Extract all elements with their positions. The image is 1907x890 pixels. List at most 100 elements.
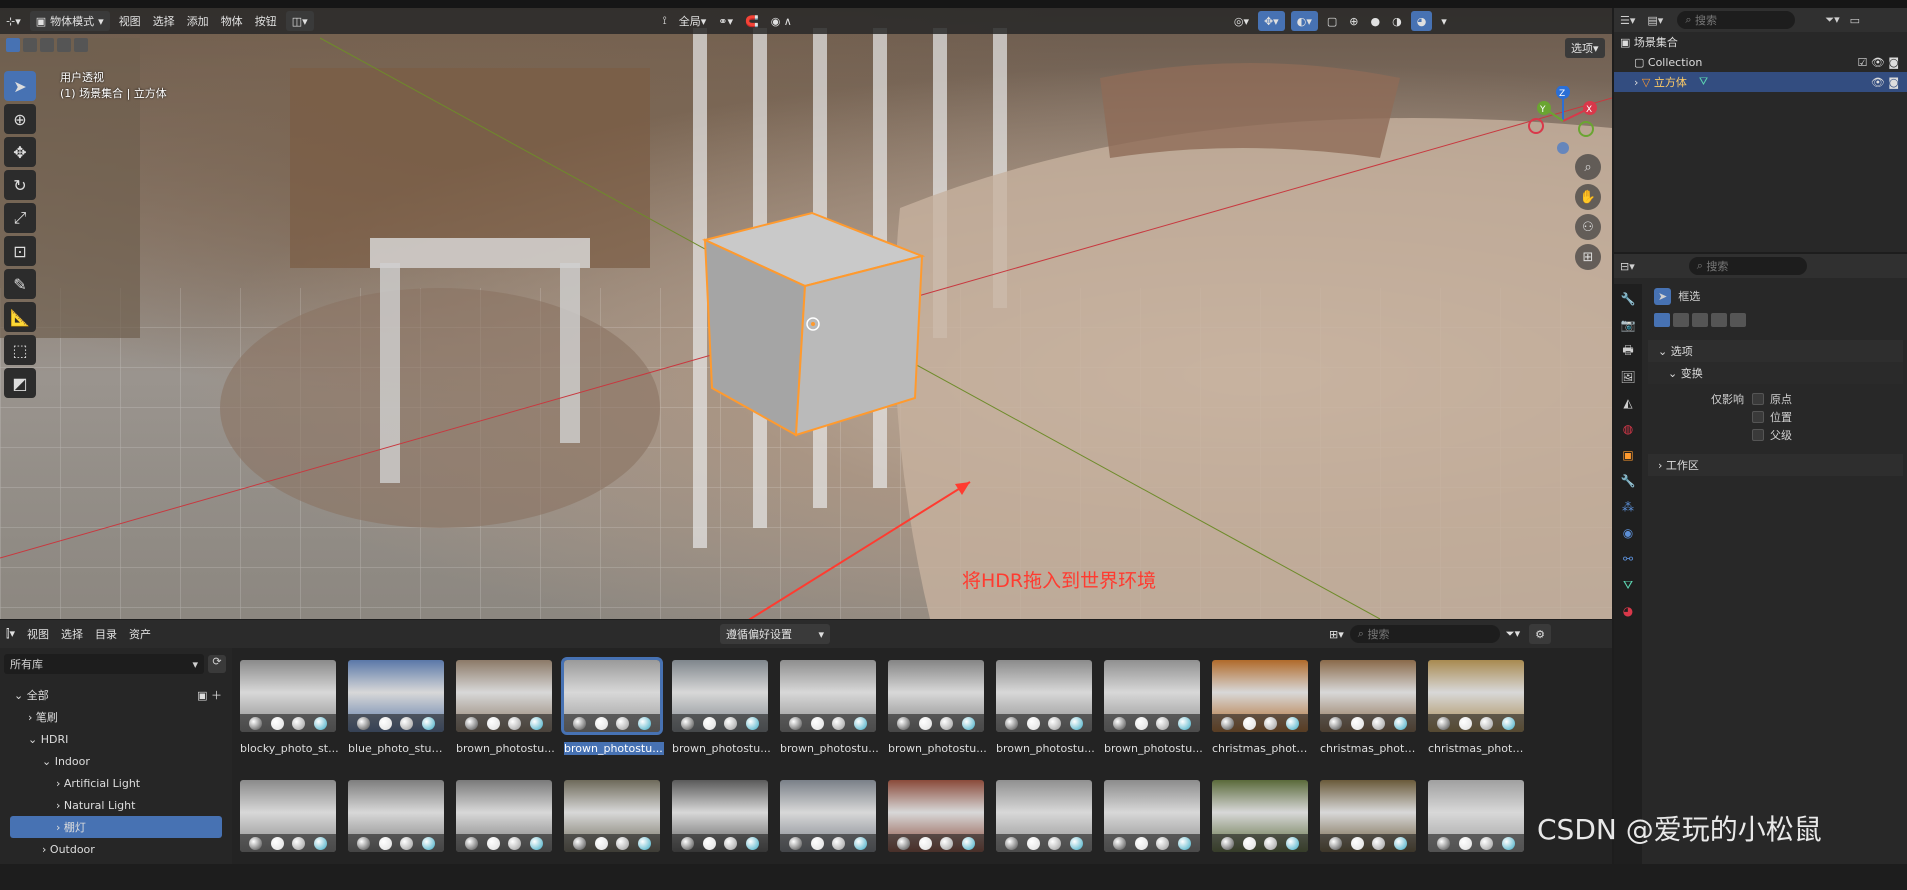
asset-thumbnail[interactable]	[456, 780, 556, 890]
asset-editor-icon[interactable]: ⫿▾	[0, 624, 21, 644]
tree-item-artificial-light[interactable]: › Artificial Light	[10, 772, 222, 794]
asset-thumbnail[interactable]: christmas_photo...	[1428, 660, 1528, 770]
menu-select[interactable]: 选择	[147, 11, 181, 31]
affect-origin-checkbox[interactable]	[1752, 393, 1764, 405]
overlay-toggle[interactable]: ◐▾	[1290, 11, 1318, 31]
world-tab-icon[interactable]: ◍	[1616, 418, 1640, 440]
mode-extend-button[interactable]	[1673, 313, 1689, 327]
asset-menu-catalog[interactable]: 目录	[89, 624, 123, 644]
select-box-tool[interactable]: ➤	[4, 71, 36, 101]
menu-object[interactable]: 物体	[215, 11, 249, 31]
shading-rendered[interactable]: ◕	[1410, 11, 1433, 31]
transform-subpanel-header[interactable]: ⌄ 变换	[1648, 362, 1903, 384]
asset-menu-assets[interactable]: 资产	[123, 624, 157, 644]
workspace-panel-header[interactable]: › 工作区	[1648, 454, 1903, 476]
asset-thumbnail[interactable]	[1428, 780, 1528, 890]
add-cube-tool[interactable]: ⬚	[4, 335, 36, 365]
asset-thumbnail[interactable]: blue_photo_studio	[348, 660, 448, 770]
asset-thumbnail[interactable]: brown_photostu...	[888, 660, 988, 770]
scale-tool[interactable]: ⤢	[4, 203, 36, 233]
shading-material[interactable]: ◑	[1386, 11, 1408, 31]
tree-item-indoor[interactable]: ⌄ Indoor	[10, 750, 222, 772]
asset-thumbnail[interactable]: christmas_photo...	[1320, 660, 1420, 770]
filter-icon[interactable]: ⏷▾	[1825, 13, 1839, 27]
asset-thumbnail[interactable]: brown_photostu...	[996, 660, 1096, 770]
options-dropdown[interactable]: 选项 ▾	[1565, 38, 1605, 58]
asset-thumbnail[interactable]	[1212, 780, 1312, 890]
pivot-dropdown[interactable]: ⚭▾	[712, 11, 739, 31]
mode-subtract-button[interactable]	[1692, 313, 1708, 327]
properties-search-input[interactable]: ⌕ 搜索	[1688, 257, 1807, 275]
object-eye-icon[interactable]: 👁 ◙	[1871, 76, 1899, 89]
output-tab-icon[interactable]: 🖶	[1616, 340, 1640, 362]
physics-tab-icon[interactable]: ◉	[1616, 522, 1640, 544]
display-mode-icon-asset[interactable]: ⊞▾	[1323, 624, 1350, 644]
asset-thumbnail[interactable]: brown_photostu...	[672, 660, 772, 770]
mode-set-button[interactable]	[1654, 313, 1670, 327]
catalog-actions-icon[interactable]: ▣ ＋	[197, 687, 222, 703]
render-tab-icon[interactable]: 📷	[1616, 314, 1640, 336]
shading-wireframe[interactable]: ⊕	[1343, 11, 1364, 31]
move-tool[interactable]: ✥	[4, 137, 36, 167]
mode-invert-button[interactable]	[1711, 313, 1727, 327]
shading-dropdown[interactable]: ▾	[1435, 11, 1453, 31]
menu-add[interactable]: 添加	[181, 11, 215, 31]
transform-orientation-dropdown[interactable]: 全局 ▾	[673, 11, 713, 31]
refresh-icon[interactable]: ⟳	[208, 655, 226, 673]
modifier-tab-icon[interactable]: 🔧	[1616, 470, 1640, 492]
display-mode-icon[interactable]: ▤▾	[1647, 14, 1663, 27]
collection-row[interactable]: ▢ Collection ☑ 👁 ◙	[1614, 52, 1907, 72]
select-invert-button[interactable]	[57, 38, 71, 52]
material-tab-icon[interactable]: ◕	[1616, 600, 1640, 622]
scene-tab-icon[interactable]: ◭	[1616, 392, 1640, 414]
pan-hand-icon[interactable]: ✋	[1575, 184, 1601, 210]
camera-view-icon[interactable]: ⚇	[1575, 214, 1601, 240]
asset-filter-icon[interactable]: ⏷▾	[1500, 624, 1526, 644]
tree-item-outdoor[interactable]: › Outdoor	[10, 838, 222, 860]
bevel-tool[interactable]: ◩	[4, 368, 36, 398]
tree-item-brushes[interactable]: › 笔刷	[10, 706, 222, 728]
snap-dropdown[interactable]: ◫▾	[285, 11, 314, 31]
xray-toggle[interactable]: ▢	[1321, 11, 1343, 31]
select-intersect-button[interactable]	[74, 38, 88, 52]
outliner-editor-icon[interactable]: ☰▾	[1620, 14, 1635, 27]
asset-settings-gear-icon[interactable]: ⚙	[1529, 624, 1551, 644]
annotate-tool[interactable]: ✎	[4, 269, 36, 299]
tree-item-studio-light[interactable]: › 棚灯	[10, 816, 222, 838]
menu-view[interactable]: 视图	[113, 11, 147, 31]
affect-parents-checkbox[interactable]	[1752, 429, 1764, 441]
asset-thumbnail[interactable]	[1104, 780, 1204, 890]
zoom-icon[interactable]: ⌕	[1575, 154, 1601, 180]
navigation-gizmo[interactable]: Z X Y	[1528, 86, 1598, 156]
shading-solid[interactable]: ●	[1364, 11, 1386, 31]
asset-thumbnail[interactable]: brown_photostu...	[1104, 660, 1204, 770]
asset-thumbnail[interactable]	[780, 780, 880, 890]
tree-item-all[interactable]: ⌄ 全部 ▣ ＋	[10, 684, 222, 706]
proportional-edit[interactable]: ◉ ∧	[765, 11, 798, 31]
asset-thumbnail[interactable]	[888, 780, 988, 890]
asset-thumbnail[interactable]	[672, 780, 772, 890]
affect-location-checkbox[interactable]	[1752, 411, 1764, 423]
menu-buttons[interactable]: 按钮	[249, 11, 283, 31]
select-extend-button[interactable]	[23, 38, 37, 52]
asset-thumbnail[interactable]	[348, 780, 448, 890]
snap-toggle[interactable]: 🧲	[739, 11, 765, 31]
visibility-eye-icon[interactable]: ☑ 👁 ◙	[1858, 56, 1900, 69]
asset-search-input[interactable]: ⌕ 搜索	[1349, 625, 1500, 643]
asset-thumbnail[interactable]: brown_photostu...	[780, 660, 880, 770]
transform-tool[interactable]: ⊡	[4, 236, 36, 266]
visibility-dropdown[interactable]: ◎▾	[1228, 11, 1255, 31]
options-panel-header[interactable]: ⌄ 选项	[1648, 340, 1903, 362]
asset-thumbnail[interactable]	[564, 780, 664, 890]
asset-menu-view[interactable]: 视图	[21, 624, 55, 644]
cube-object-row[interactable]: › ▽ 立方体 ⛛ 👁 ◙	[1614, 72, 1907, 92]
asset-thumbnail[interactable]: christmas_photo...	[1212, 660, 1312, 770]
tree-item-natural-light[interactable]: › Natural Light	[10, 794, 222, 816]
rotate-tool[interactable]: ↻	[4, 170, 36, 200]
mode-dropdown[interactable]: ▣ 物体模式 ▾	[29, 11, 110, 31]
asset-thumbnail[interactable]	[240, 780, 340, 890]
constraints-tab-icon[interactable]: ⚯	[1616, 548, 1640, 570]
select-new-button[interactable]	[6, 38, 20, 52]
3d-viewport[interactable]: ⊹▾ ▣ 物体模式 ▾ 视图 选择 添加 物体 按钮 ◫▾ ⟟ 全局 ▾ ⚭▾ 🧲 …	[0, 8, 1612, 619]
select-subtract-button[interactable]	[40, 38, 54, 52]
